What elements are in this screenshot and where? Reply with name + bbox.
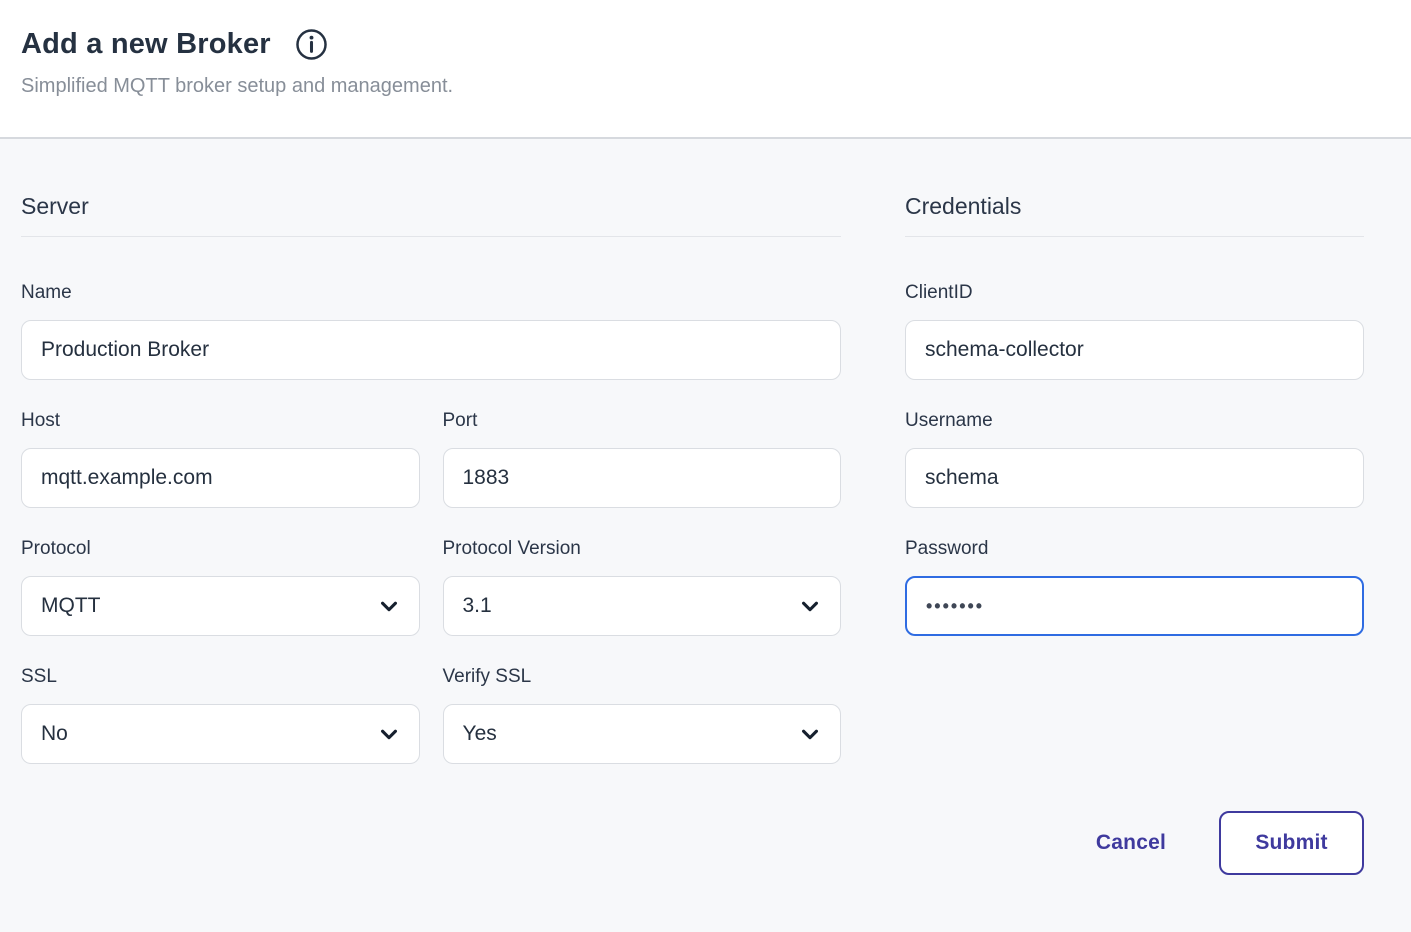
chevron-down-icon	[799, 723, 821, 745]
server-section-title: Server	[21, 193, 841, 237]
server-section: Server Name Host Port Protocol	[21, 193, 841, 764]
port-field-group: Port	[443, 410, 842, 508]
password-label: Password	[905, 538, 1364, 560]
protocol-version-select[interactable]: 3.1	[443, 576, 842, 636]
page-title: Add a new Broker	[21, 28, 271, 61]
verify-ssl-label: Verify SSL	[443, 666, 842, 688]
credentials-section-title: Credentials	[905, 193, 1364, 237]
protocol-selected-value: MQTT	[41, 594, 100, 618]
protocol-version-selected-value: 3.1	[463, 594, 492, 618]
chevron-down-icon	[378, 723, 400, 745]
protocol-version-field-group: Protocol Version 3.1	[443, 538, 842, 636]
page-subtitle: Simplified MQTT broker setup and managem…	[21, 75, 1364, 98]
ssl-select[interactable]: No	[21, 704, 420, 764]
verify-ssl-selected-value: Yes	[463, 722, 497, 746]
username-label: Username	[905, 410, 1364, 432]
name-input[interactable]	[21, 320, 841, 380]
submit-button[interactable]: Submit	[1219, 811, 1364, 875]
host-field-group: Host	[21, 410, 420, 508]
info-icon[interactable]	[295, 28, 328, 61]
protocol-select[interactable]: MQTT	[21, 576, 420, 636]
protocol-label: Protocol	[21, 538, 420, 560]
cancel-button[interactable]: Cancel	[1096, 831, 1166, 855]
port-input[interactable]	[443, 448, 842, 508]
port-label: Port	[443, 410, 842, 432]
form-actions: Cancel Submit	[21, 811, 1364, 875]
host-input[interactable]	[21, 448, 420, 508]
broker-form: Server Name Host Port Protocol	[0, 139, 1411, 875]
password-field-group: Password	[905, 538, 1364, 636]
page-header: Add a new Broker Simplified MQTT broker …	[0, 0, 1411, 139]
client-id-label: ClientID	[905, 282, 1364, 304]
verify-ssl-select[interactable]: Yes	[443, 704, 842, 764]
username-field-group: Username	[905, 410, 1364, 508]
verify-ssl-field-group: Verify SSL Yes	[443, 666, 842, 764]
client-id-input[interactable]	[905, 320, 1364, 380]
client-id-field-group: ClientID	[905, 282, 1364, 380]
name-label: Name	[21, 282, 841, 304]
protocol-field-group: Protocol MQTT	[21, 538, 420, 636]
chevron-down-icon	[378, 595, 400, 617]
password-input[interactable]	[905, 576, 1364, 636]
chevron-down-icon	[799, 595, 821, 617]
ssl-selected-value: No	[41, 722, 68, 746]
username-input[interactable]	[905, 448, 1364, 508]
ssl-field-group: SSL No	[21, 666, 420, 764]
credentials-section: Credentials ClientID Username Password	[905, 193, 1364, 636]
name-field-group: Name	[21, 282, 841, 380]
host-label: Host	[21, 410, 420, 432]
protocol-version-label: Protocol Version	[443, 538, 842, 560]
ssl-label: SSL	[21, 666, 420, 688]
